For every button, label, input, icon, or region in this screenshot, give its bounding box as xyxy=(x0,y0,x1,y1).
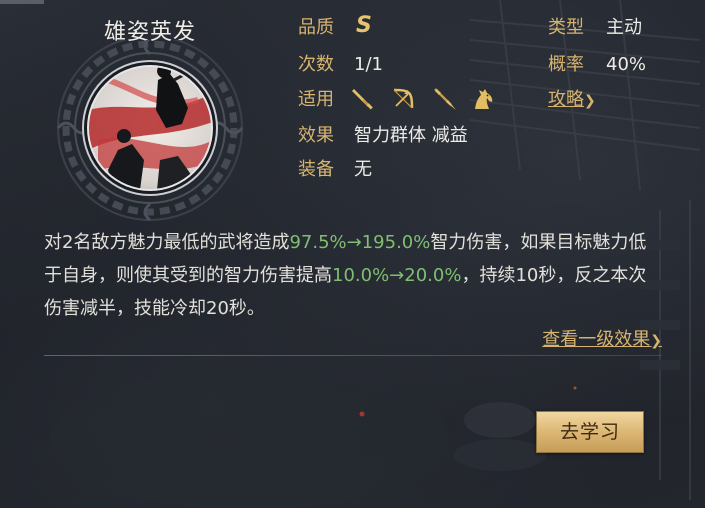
equipment-label: 装备 xyxy=(298,159,334,180)
chevron-right-icon: ❯ xyxy=(584,93,596,109)
guide-link[interactable]: 攻略❯ xyxy=(548,88,596,113)
uses-label: 次数 xyxy=(298,54,334,75)
quality-label: 品质 xyxy=(298,17,334,38)
quality-value: S xyxy=(356,13,372,38)
skill-description: 对2名敌方魅力最低的武将造成97.5%→195.0%智力伤害，如果目标魅力低于自… xyxy=(44,226,662,325)
effect-label: 效果 xyxy=(298,125,334,146)
spear-icon xyxy=(434,88,456,110)
applicable-label: 适用 xyxy=(298,89,334,110)
corner-mark xyxy=(0,0,44,4)
type-value: 主动 xyxy=(606,17,642,38)
guide-link-label[interactable]: 攻略 xyxy=(548,89,584,110)
sword-icon xyxy=(352,89,373,110)
damage-range: 97.5%→195.0% xyxy=(289,232,431,253)
skill-emblem xyxy=(56,40,244,222)
view-level-one-effect-label[interactable]: 查看一级效果 xyxy=(542,329,650,350)
divider xyxy=(44,355,662,356)
horse-icon xyxy=(475,89,493,109)
type-label: 类型 xyxy=(548,17,584,38)
equipment-value: 无 xyxy=(354,159,372,180)
chevron-right-icon: ❯ xyxy=(650,333,662,349)
chance-value: 40% xyxy=(606,54,647,75)
boost-range: 10.0%→20.0% xyxy=(332,265,462,286)
uses-value: 1/1 xyxy=(354,54,383,75)
effect-value: 智力群体 减益 xyxy=(354,125,468,146)
skill-detail-panel: 雄姿英发 品质 S 次数 1/1 适用 效果 智力群体 减益 装备 无 类型 主… xyxy=(0,0,705,508)
learn-button[interactable]: 去学习 xyxy=(536,411,644,453)
chance-label: 概率 xyxy=(548,54,584,75)
view-level-one-effect-link[interactable]: 查看一级效果❯ xyxy=(520,328,662,353)
description-text-1: 对2名敌方魅力最低的武将造成 xyxy=(44,232,290,253)
bow-icon xyxy=(393,88,414,109)
